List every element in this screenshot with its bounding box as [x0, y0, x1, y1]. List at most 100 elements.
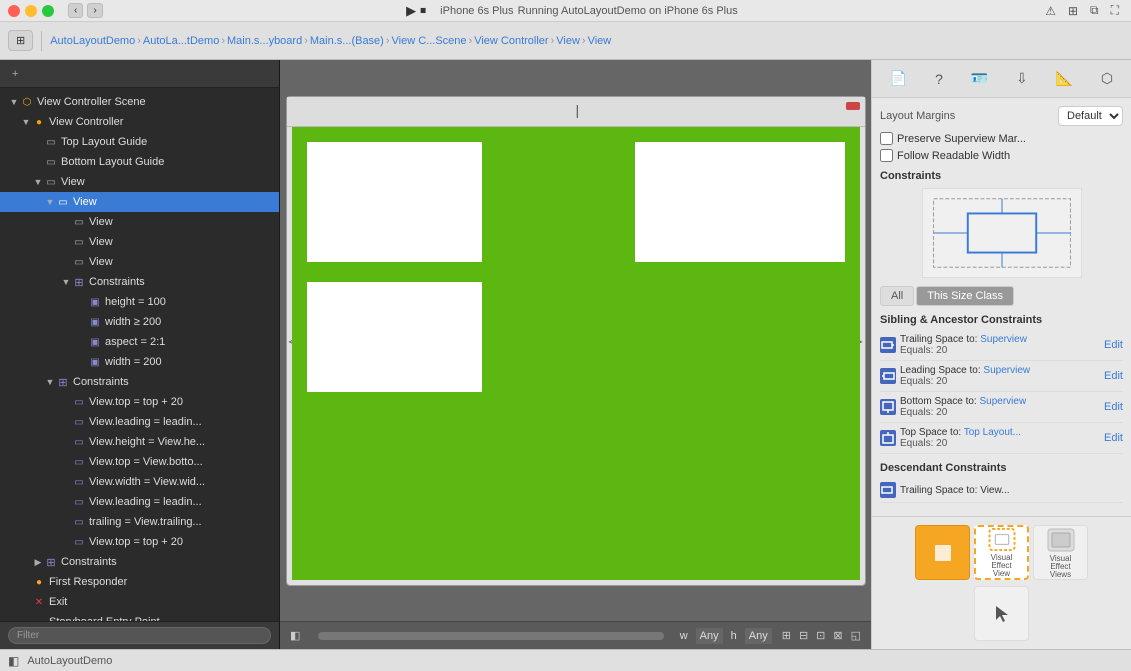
tree-item-constraints-top[interactable]: ▶ ⊞ Constraints — [0, 552, 279, 572]
visual-effect-views-icon[interactable]: VisualEffectViews — [1033, 525, 1088, 580]
tree-item-c-vtop[interactable]: ▭ View.top = top + 20 — [0, 392, 279, 412]
expand-arrow-view-selected[interactable]: ▼ — [44, 196, 56, 208]
tree-item-c-vheight[interactable]: ▭ View.height = View.he... — [0, 432, 279, 452]
breadcrumb-autolayoutdemo[interactable]: AutoLayoutDemo — [50, 35, 135, 47]
size-selector-h[interactable]: Any — [745, 628, 772, 644]
c-trailing-icon: ▭ — [72, 515, 86, 529]
visual-effect-view-icon[interactable]: VisualEffectView — [974, 525, 1029, 580]
expand-arrow-constraints-top[interactable]: ▶ — [32, 556, 44, 568]
tab-this-size[interactable]: This Size Class — [916, 286, 1014, 306]
constraints-top-icon: ⊞ — [44, 555, 58, 569]
c-width2-icon: ▣ — [88, 355, 102, 369]
tree-item-top-layout[interactable]: ▭ Top Layout Guide — [0, 132, 279, 152]
edit-button-bottom[interactable]: Edit — [1104, 401, 1123, 413]
scrollbar-horizontal[interactable] — [318, 632, 663, 640]
canvas-tool-2[interactable]: ⊟ — [797, 627, 810, 644]
edit-button-leading[interactable]: Edit — [1104, 370, 1123, 382]
tree-item-c-trailing[interactable]: ▭ trailing = View.trailing... — [0, 512, 279, 532]
expand-arrow-view-parent[interactable]: ▼ — [32, 176, 44, 188]
tree-arrow-cheight — [76, 296, 88, 308]
tree-item-view1[interactable]: ▭ View — [0, 212, 279, 232]
tab-all[interactable]: All — [880, 286, 914, 306]
cursor-tool-icon[interactable] — [974, 586, 1029, 641]
edit-button-top[interactable]: Edit — [1104, 432, 1123, 444]
size-inspector-button[interactable]: 📐 — [1052, 66, 1077, 91]
tree-item-c-width1[interactable]: ▣ width ≥ 200 — [0, 312, 279, 332]
tree-item-c-vlead2[interactable]: ▭ View.leading = leadin... — [0, 492, 279, 512]
layout-margins-select[interactable]: Default — [1058, 106, 1123, 126]
forward-button[interactable]: › — [87, 3, 102, 18]
tree-item-constraints-inner[interactable]: ▼ ⊞ Constraints — [0, 272, 279, 292]
tree-item-first-responder[interactable]: ● First Responder — [0, 572, 279, 592]
tree-label-bottom-layout: Bottom Layout Guide — [61, 156, 164, 168]
attributes-inspector-button[interactable]: ⇩ — [1012, 66, 1032, 91]
constraint-left-leading: Leading Space to: Superview Equals: 20 — [880, 365, 1030, 387]
tree-item-c-vbottom[interactable]: ▭ View.top = View.botto... — [0, 452, 279, 472]
window-button[interactable]: ⧉ — [1086, 1, 1103, 20]
constraint-left-trailing: Trailing Space to: Superview Equals: 20 — [880, 334, 1027, 356]
breadcrumb-view2[interactable]: View — [588, 35, 612, 47]
identity-inspector-button[interactable]: 🪪 — [967, 66, 992, 91]
tree-item-c-aspect[interactable]: ▣ aspect = 2:1 — [0, 332, 279, 352]
file-inspector-button[interactable]: 📄 — [886, 66, 911, 91]
tree-item-vc[interactable]: ▼ ● View Controller — [0, 112, 279, 132]
tree-item-view-parent[interactable]: ▼ ▭ View — [0, 172, 279, 192]
breadcrumb-mainstoryboard[interactable]: Main.s...yboard — [227, 35, 302, 47]
canvas-tool-1[interactable]: ⊞ — [780, 627, 793, 644]
connections-inspector-button[interactable]: ⬡ — [1097, 66, 1117, 91]
breadcrumb-vc[interactable]: View Controller — [474, 35, 548, 47]
tree-item-bottom-layout[interactable]: ▭ Bottom Layout Guide — [0, 152, 279, 172]
c-vlead2-icon: ▭ — [72, 495, 86, 509]
breadcrumb-mainbase[interactable]: Main.s...(Base) — [310, 35, 384, 47]
canvas-tool-left[interactable]: ◧ — [288, 627, 302, 644]
white-box-bottom-left[interactable] — [307, 282, 482, 392]
expand-arrow-constraints-inner[interactable]: ▼ — [60, 276, 72, 288]
tree-item-constraints-outer[interactable]: ▼ ⊞ Constraints — [0, 372, 279, 392]
maximize-button[interactable] — [42, 5, 54, 17]
canvas-tool-4[interactable]: ⊠ — [831, 627, 844, 644]
layout-button[interactable]: ⊞ — [1064, 1, 1082, 20]
back-button[interactable]: ‹ — [68, 3, 83, 18]
tree-item-c-height[interactable]: ▣ height = 100 — [0, 292, 279, 312]
left-panel: + ▼ ⬡ View Controller Scene ▼ ● View Con… — [0, 60, 280, 649]
breadcrumb-autola[interactable]: AutoLa...tDemo — [143, 35, 219, 47]
tree-item-storyboard-entry[interactable]: → Storyboard Entry Point — [0, 612, 279, 621]
quick-help-button[interactable]: ? — [931, 67, 947, 91]
constraint-left-bottom: Bottom Space to: Superview Equals: 20 — [880, 396, 1026, 418]
left-panel-add[interactable]: + — [8, 66, 22, 82]
canvas-footer: ◧ w Any h Any ⊞ ⊟ ⊡ ⊠ ◱ — [280, 621, 871, 649]
phone-screen[interactable] — [292, 127, 860, 580]
expand-arrow-constraints-outer[interactable]: ▼ — [44, 376, 56, 388]
canvas-tool-3[interactable]: ⊡ — [814, 627, 827, 644]
canvas-tool-5[interactable]: ◱ — [849, 627, 863, 644]
tree-item-view2[interactable]: ▭ View — [0, 232, 279, 252]
scheme-button[interactable]: ⚠ — [1041, 1, 1060, 20]
titlebar-device: iPhone 6s Plus — [440, 5, 513, 17]
tree-item-c-vwidth[interactable]: ▭ View.width = View.wid... — [0, 472, 279, 492]
minimize-button[interactable] — [25, 5, 37, 17]
follow-readable-checkbox[interactable] — [880, 149, 893, 162]
tree-item-c-vtop2[interactable]: ▭ View.top = top + 20 — [0, 532, 279, 552]
tree-item-view3[interactable]: ▭ View — [0, 252, 279, 272]
size-selector-w[interactable]: Any — [696, 628, 723, 644]
grid-button[interactable]: ⊞ — [8, 30, 33, 51]
tree-item-c-width2[interactable]: ▣ width = 200 — [0, 352, 279, 372]
expand-arrow-vc-scene[interactable]: ▼ — [8, 96, 20, 108]
white-box-top-left[interactable] — [307, 142, 482, 262]
white-box-top-right[interactable] — [635, 142, 845, 262]
close-button[interactable] — [8, 5, 20, 17]
tree-item-c-vlead[interactable]: ▭ View.leading = leadin... — [0, 412, 279, 432]
preserve-superview-checkbox[interactable] — [880, 132, 893, 145]
sibling-section-header: Sibling & Ancestor Constraints — [880, 314, 1123, 326]
breadcrumb-view1[interactable]: View — [556, 35, 580, 47]
tree-item-vc-scene[interactable]: ▼ ⬡ View Controller Scene — [0, 92, 279, 112]
breadcrumb-vcscene[interactable]: View C...Scene — [392, 35, 467, 47]
view-object-icon[interactable] — [915, 525, 970, 580]
expand-arrow-vc[interactable]: ▼ — [20, 116, 32, 128]
tree-item-exit[interactable]: ✕ Exit — [0, 592, 279, 612]
tree-item-view-selected[interactable]: ▼ ▭ View — [0, 192, 279, 212]
filter-input[interactable] — [8, 627, 271, 644]
edit-button-trailing[interactable]: Edit — [1104, 339, 1123, 351]
fullscreen-button[interactable]: ⛶ — [1107, 1, 1123, 20]
canvas-area[interactable]: | ◁ ▷ — [280, 60, 871, 621]
